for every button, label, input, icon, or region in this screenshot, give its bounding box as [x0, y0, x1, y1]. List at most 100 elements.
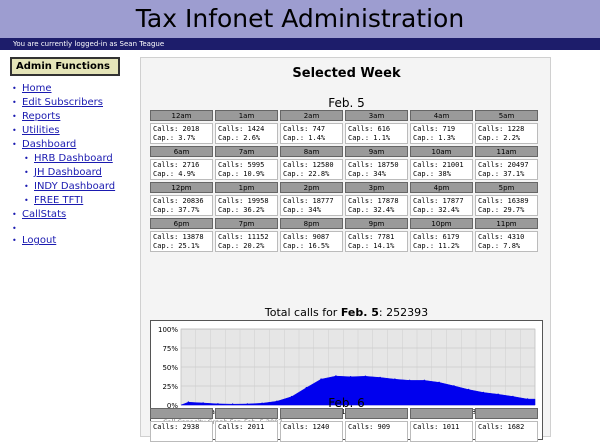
jh-dashboard-link[interactable]: JH Dashboard: [34, 167, 102, 178]
reports-link[interactable]: Reports: [22, 111, 60, 122]
hour-header-row: 6am 7am 8am 9am 10am 11am: [150, 146, 538, 157]
calls-value: Calls: 17878: [348, 197, 399, 205]
hour-label: 3am: [345, 110, 408, 121]
sidebar-item-free-tfti[interactable]: FREE TFTI: [10, 194, 134, 208]
hour-label: 12am: [150, 110, 213, 121]
sidebar-item-logout[interactable]: Logout: [10, 234, 134, 248]
hour-label: 10pm: [410, 218, 473, 229]
hour-value-row: Calls: 2938 Calls: 2011 Calls: 1240 Calls: …: [150, 421, 538, 442]
hour-label: [345, 408, 408, 419]
hour-stats: Calls: 17878 Cap.: 32.4%: [345, 195, 408, 216]
edit-subscribers-link[interactable]: Edit Subscribers: [22, 97, 103, 108]
hour-label: 1pm: [215, 182, 278, 193]
calls-value: Calls: 1424: [218, 125, 265, 133]
capacity-value: Cap.: 25.1%: [153, 242, 200, 250]
sidebar-item-edit-subscribers[interactable]: Edit Subscribers: [10, 96, 134, 110]
hour-stats: Calls: 1228 Cap.: 2.2%: [475, 123, 538, 144]
hour-stats: Calls: 2938: [150, 421, 213, 442]
data-point: [408, 379, 411, 382]
hour-label: 1am: [215, 110, 278, 121]
dashboard-link[interactable]: Dashboard: [22, 139, 76, 150]
sidebar-item-callstats[interactable]: CallStats: [10, 208, 134, 222]
hour-value-row: Calls: 2018 Cap.: 3.7% Calls: 1424 Cap.: 2.…: [150, 123, 538, 144]
capacity-value: Cap.: 7.8%: [478, 242, 521, 250]
hour-stats: Calls: 12580 Cap.: 22.8%: [280, 159, 343, 180]
data-point: [497, 393, 499, 396]
sidebar-item-utilities[interactable]: Utilities: [10, 124, 134, 138]
callstats-link[interactable]: CallStats: [22, 209, 66, 220]
hour-stats: Calls: 2018 Cap.: 3.7%: [150, 123, 213, 144]
logout-link[interactable]: Logout: [22, 235, 56, 246]
y-tick-label: 50%: [162, 364, 178, 372]
utilities-link[interactable]: Utilities: [22, 125, 60, 136]
hour-label: 4pm: [410, 182, 473, 193]
y-tick-label: 25%: [162, 383, 178, 391]
section-title: Selected Week: [292, 66, 401, 81]
sidebar-item-jh-dashboard[interactable]: JH Dashboard: [10, 166, 134, 180]
calls-value: Calls: 16389: [478, 197, 529, 205]
home-link[interactable]: Home: [22, 83, 52, 94]
hour-stats: Calls: 1011: [410, 421, 473, 442]
data-point: [305, 386, 308, 389]
calls-value: Calls: 747: [283, 125, 326, 133]
hour-stats: Calls: 17877 Cap.: 32.4%: [410, 195, 473, 216]
hour-stats: Calls: 6179 Cap.: 11.2%: [410, 231, 473, 252]
hour-label: 9am: [345, 146, 408, 157]
calls-value: Calls: 17877: [413, 197, 464, 205]
calls-value: Calls: 2011: [218, 423, 265, 431]
main-panel: Selected Week Feb. 5 12am 1am 2am 3am 4am 5am…: [140, 57, 552, 442]
data-point: [467, 388, 470, 391]
indy-dashboard-link[interactable]: INDY Dashboard: [34, 181, 115, 192]
calls-value: Calls: 2018: [153, 125, 200, 133]
sidebar-item-indy-dashboard[interactable]: INDY Dashboard: [10, 180, 134, 194]
calls-value: Calls: 13878: [153, 233, 204, 241]
data-point: [453, 385, 455, 387]
hour-label: 8am: [280, 146, 343, 157]
total-calls-value: : 252393: [378, 306, 429, 319]
hour-stats: Calls: 20836 Cap.: 37.7%: [150, 195, 213, 216]
calls-value: Calls: 18777: [283, 197, 334, 205]
calls-value: Calls: 11152: [218, 233, 269, 241]
calls-value: Calls: 20836: [153, 197, 204, 205]
capacity-value: Cap.: 32.4%: [348, 206, 395, 214]
hour-value-row: Calls: 20836 Cap.: 37.7% Calls: 19958 Cap.:…: [150, 195, 538, 216]
hour-label: [150, 408, 213, 419]
capacity-value: Cap.: 22.8%: [283, 170, 330, 178]
hour-label: 7am: [215, 146, 278, 157]
hour-stats: Calls: 1682: [475, 421, 538, 442]
capacity-value: Cap.: 14.1%: [348, 242, 395, 250]
calls-value: Calls: 616: [348, 125, 391, 133]
hour-stats: Calls: 18777 Cap.: 34%: [280, 195, 343, 216]
capacity-value: Cap.: 1.1%: [348, 134, 391, 142]
hour-label: 12pm: [150, 182, 213, 193]
calls-value: Calls: 1011: [413, 423, 460, 431]
capacity-value: Cap.: 34%: [348, 170, 386, 178]
capacity-value: Cap.: 16.5%: [283, 242, 330, 250]
sidebar-nav: Home Edit Subscribers Reports Utilities …: [10, 82, 134, 248]
hour-label: [215, 408, 278, 419]
hour-label: 9pm: [345, 218, 408, 229]
sidebar-spacer: [10, 222, 134, 236]
calls-value: Calls: 6179: [413, 233, 460, 241]
hour-stats: Calls: 719 Cap.: 1.3%: [410, 123, 473, 144]
sidebar-item-reports[interactable]: Reports: [10, 110, 134, 124]
hour-header-row: [150, 408, 538, 419]
free-tfti-link[interactable]: FREE TFTI: [34, 195, 83, 206]
hour-label: 6am: [150, 146, 213, 157]
hrb-dashboard-link[interactable]: HRB Dashboard: [34, 153, 113, 164]
sidebar-item-hrb-dashboard[interactable]: HRB Dashboard: [10, 152, 134, 166]
sidebar-item-home[interactable]: Home: [10, 82, 134, 96]
hour-stats: Calls: 20497 Cap.: 37.1%: [475, 159, 538, 180]
sidebar-item-dashboard[interactable]: Dashboard: [10, 138, 134, 152]
capacity-value: Cap.: 2.6%: [218, 134, 261, 142]
calls-value: Calls: 2716: [153, 161, 200, 169]
total-calls-prefix: Total calls for: [264, 306, 338, 319]
hour-stats: Calls: 21001 Cap.: 38%: [410, 159, 473, 180]
data-point: [335, 375, 337, 377]
data-point: [320, 378, 322, 380]
total-calls-line: Total calls for Feb. 5: 252393: [141, 306, 552, 319]
hour-label: 7pm: [215, 218, 278, 229]
capacity-value: Cap.: 37.7%: [153, 206, 200, 214]
hour-value-row: Calls: 2716 Cap.: 4.9% Calls: 5995 Cap.: 10…: [150, 159, 538, 180]
header-banner: Tax Infonet Administration: [0, 0, 600, 38]
